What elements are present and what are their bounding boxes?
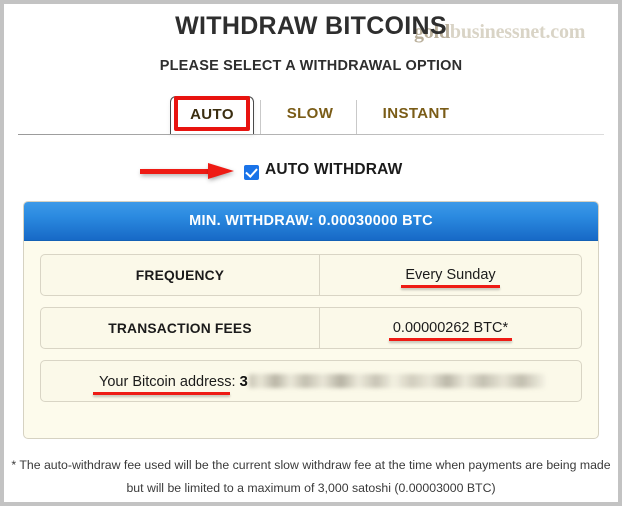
tab-instant[interactable]: INSTANT — [364, 96, 468, 134]
table-row-frequency: FREQUENCY Every Sunday — [40, 254, 582, 296]
page-canvas: goldbusinessnet.com WITHDRAW BITCOINS PL… — [4, 4, 618, 502]
screenshot-root: goldbusinessnet.com WITHDRAW BITCOINS PL… — [0, 0, 622, 506]
tabs-bottom-rule — [18, 134, 604, 135]
footnote-line-1: * The auto-withdraw fee used will be the… — [11, 458, 611, 472]
tab-divider-2 — [356, 100, 357, 134]
footnote: * The auto-withdraw fee used will be the… — [4, 454, 618, 500]
frequency-value-cell: Every Sunday — [320, 266, 581, 288]
bitcoin-address-prefix: 3 — [239, 372, 248, 390]
footnote-line-2: but will be limited to a maximum of 3,00… — [126, 481, 496, 495]
frequency-value: Every Sunday — [401, 266, 500, 288]
page-subtitle: PLEASE SELECT A WITHDRAWAL OPTION — [159, 58, 463, 74]
withdrawal-option-tabs: AUTO SLOW INSTANT — [4, 94, 618, 136]
auto-withdraw-label: AUTO WITHDRAW — [265, 161, 403, 178]
transaction-fees-value: 0.00000262 BTC* — [388, 319, 513, 341]
table-row-bitcoin-address: Your Bitcoin address: 3 — [40, 360, 582, 402]
transaction-fees-value-cell: 0.00000262 BTC* — [320, 319, 581, 341]
details-rows: FREQUENCY Every Sunday TRANSACTION FEES … — [24, 241, 598, 414]
tab-auto[interactable]: AUTO — [170, 96, 254, 134]
tab-divider-1 — [260, 100, 261, 134]
bitcoin-address-label: Your Bitcoin address: — [99, 373, 236, 390]
bitcoin-address-redacted — [248, 374, 545, 388]
tab-slow[interactable]: SLOW — [270, 96, 350, 134]
table-row-transaction-fees: TRANSACTION FEES 0.00000262 BTC* — [40, 307, 582, 349]
min-withdraw-header: MIN. WITHDRAW: 0.00030000 BTC — [24, 202, 598, 241]
page-title: WITHDRAW BITCOINS — [175, 12, 447, 40]
frequency-label: FREQUENCY — [135, 267, 225, 283]
auto-withdraw-row: AUTO WITHDRAW — [4, 161, 618, 187]
transaction-fees-label: TRANSACTION FEES — [108, 320, 252, 336]
bitcoin-address-label-wrap: Your Bitcoin address: 3 — [93, 372, 248, 395]
withdraw-details-panel: MIN. WITHDRAW: 0.00030000 BTC FREQUENCY … — [23, 201, 599, 439]
auto-withdraw-checkbox[interactable] — [244, 165, 259, 180]
